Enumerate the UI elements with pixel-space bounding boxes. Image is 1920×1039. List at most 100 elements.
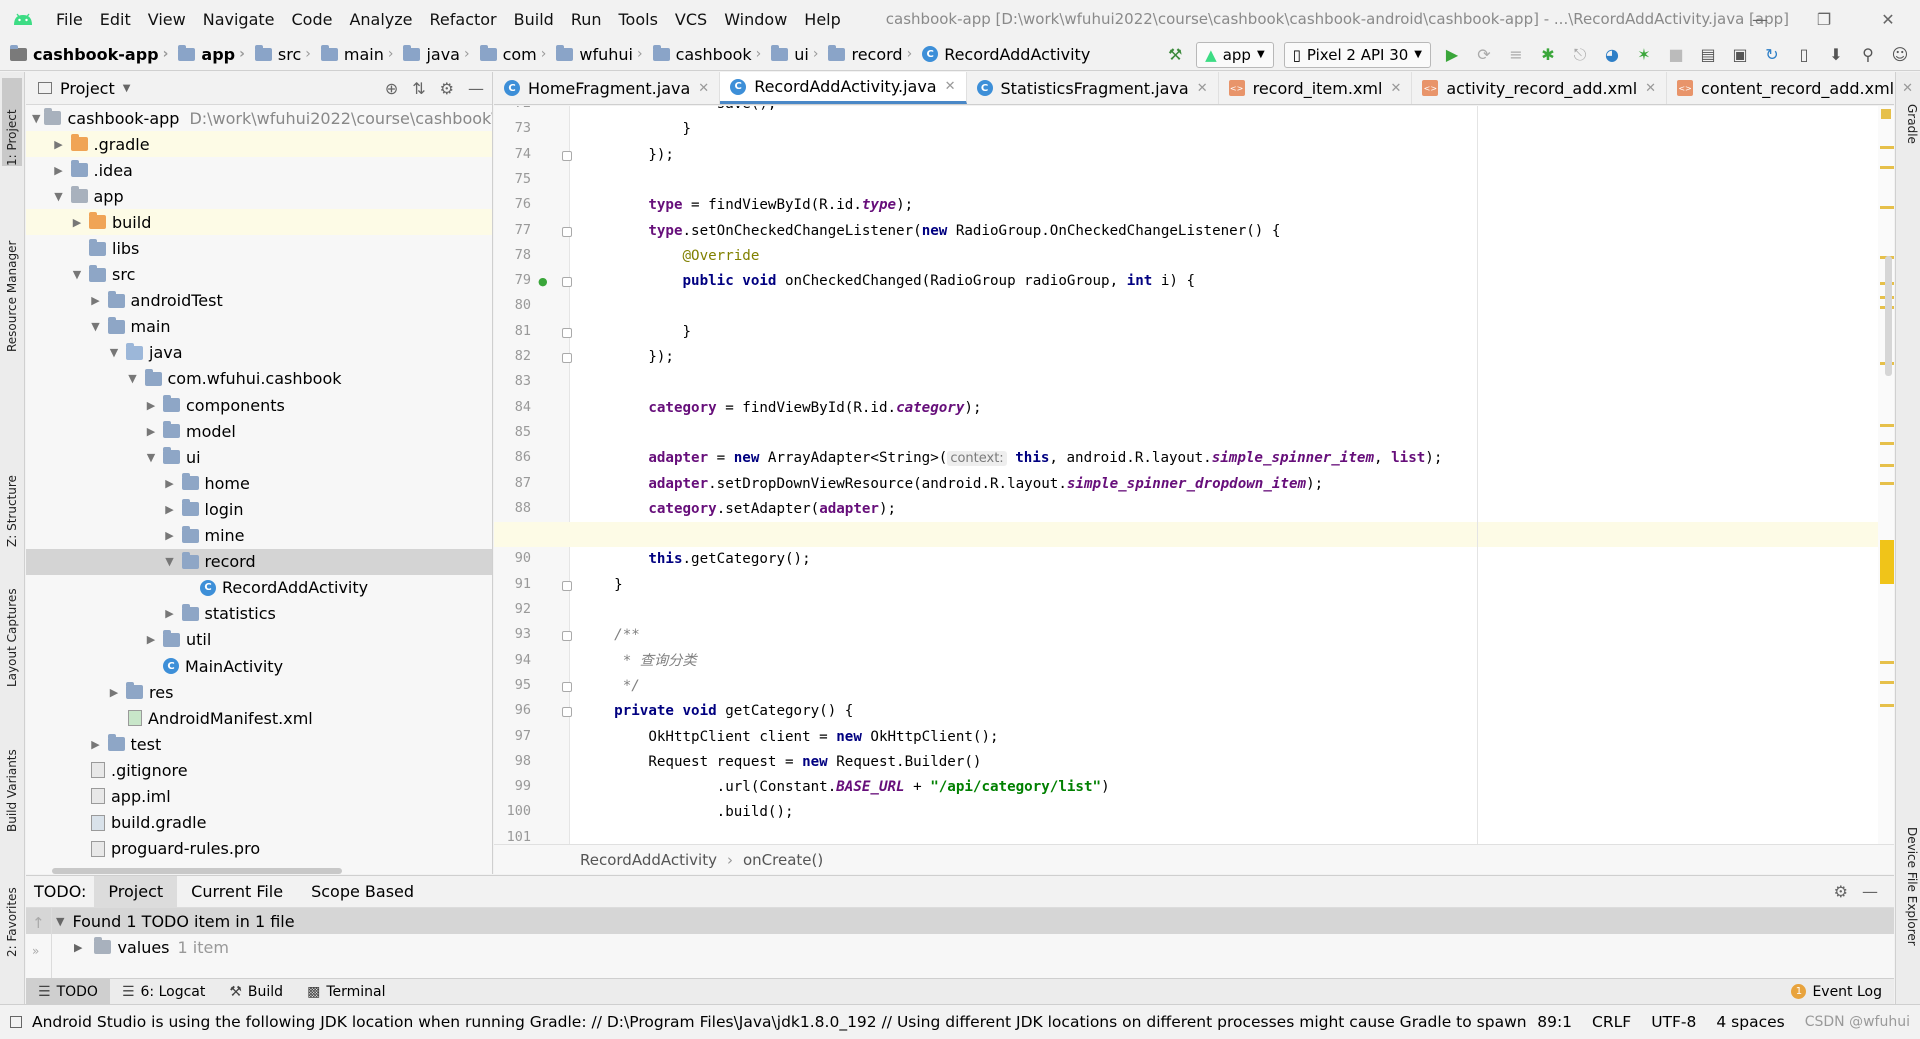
code-line[interactable]: this.getCategory(); xyxy=(494,547,1878,572)
tree-node[interactable]: ▶ home xyxy=(26,470,492,496)
tree-node[interactable]: ▼ app xyxy=(26,183,492,209)
chevron-down-icon[interactable]: ▼ xyxy=(51,190,67,203)
chevron-down-icon[interactable]: ▼ xyxy=(125,372,141,385)
tool-tab-terminal[interactable]: ▩ Terminal xyxy=(295,979,397,1005)
menu-window[interactable]: Window xyxy=(716,10,796,29)
menu-refactor[interactable]: Refactor xyxy=(422,10,506,29)
code-editor[interactable]: 7273747576777879●80818283848586878889909… xyxy=(494,106,1894,844)
todo-item-row[interactable]: ▶ values 1 item xyxy=(26,934,1894,960)
tree-node[interactable]: ▶ login xyxy=(26,496,492,522)
tab-project[interactable]: 1: Project xyxy=(2,78,22,166)
breadcrumb-item[interactable]: app › xyxy=(168,44,245,64)
chevron-down-icon[interactable]: ▼ xyxy=(32,112,40,125)
chevron-right-icon[interactable]: ▶ xyxy=(162,477,178,490)
caret-position[interactable]: 89:1 xyxy=(1527,1013,1582,1031)
menu-vcs[interactable]: VCS xyxy=(667,10,716,29)
tab-structure[interactable]: Z: Structure xyxy=(2,437,22,547)
tree-node[interactable]: AndroidManifest.xml xyxy=(26,705,492,731)
warning-mark[interactable] xyxy=(1880,424,1894,427)
run-icon[interactable]: ▶ xyxy=(1438,41,1466,69)
tree-node[interactable]: .gitignore xyxy=(26,757,492,783)
more-icon[interactable]: » xyxy=(32,944,39,958)
code-line[interactable]: @Override xyxy=(494,244,1878,269)
editor-tab[interactable]: <> content_record_add.xml ✕ xyxy=(1667,72,1920,104)
file-encoding[interactable]: UTF-8 xyxy=(1641,1013,1706,1031)
close-tab-icon[interactable]: ✕ xyxy=(1645,81,1656,96)
warning-mark[interactable] xyxy=(1880,206,1894,209)
tree-node[interactable]: ▼ main xyxy=(26,314,492,340)
menu-build[interactable]: Build xyxy=(506,10,563,29)
code-line[interactable] xyxy=(494,421,1878,446)
breadcrumb-item[interactable]: main › xyxy=(311,44,393,64)
tree-node[interactable]: C MainActivity xyxy=(26,653,492,679)
tool-tab-build[interactable]: ⚒ Build xyxy=(217,979,295,1005)
user-icon[interactable]: ☺ xyxy=(1886,41,1914,69)
code-line[interactable] xyxy=(494,598,1878,623)
editor-tab[interactable]: <> activity_record_add.xml ✕ xyxy=(1412,72,1668,104)
attach-debugger-icon[interactable]: ⎋ xyxy=(1566,41,1594,69)
code-line[interactable]: type.setOnCheckedChangeListener(new Radi… xyxy=(494,219,1878,244)
tool-tab-todo[interactable]: ☰ TODO xyxy=(26,978,110,1005)
editor-scrollbar[interactable] xyxy=(1885,256,1892,376)
close-tab-icon[interactable]: ✕ xyxy=(698,81,709,96)
breadcrumb-item[interactable]: com › xyxy=(470,44,546,64)
tree-node[interactable]: ▶ .gradle xyxy=(26,131,492,158)
breadcrumb-item[interactable]: cashbook › xyxy=(643,44,761,64)
todo-tab-current-file[interactable]: Current File xyxy=(177,876,297,908)
tree-node[interactable]: ▶ model xyxy=(26,418,492,444)
editor-tab[interactable]: C HomeFragment.java ✕ xyxy=(494,72,721,104)
tool-tab-event-log[interactable]: 1 Event Log xyxy=(1779,979,1894,1005)
code-line[interactable]: * 查询分类 xyxy=(494,649,1878,674)
search-icon[interactable]: ⚲ xyxy=(1854,41,1882,69)
tree-node[interactable]: C RecordAddActivity xyxy=(26,575,492,601)
warning-mark[interactable] xyxy=(1880,681,1894,684)
editor-tab[interactable]: C RecordAddActivity.java ✕ xyxy=(720,72,967,104)
hide-panel-icon[interactable]: — xyxy=(468,79,484,98)
code-line[interactable]: }); xyxy=(494,143,1878,168)
attach-process-icon[interactable]: ✶ xyxy=(1630,41,1658,69)
menu-analyze[interactable]: Analyze xyxy=(341,10,421,29)
code-line[interactable]: save(); xyxy=(494,106,1878,117)
device-select[interactable]: ▯ Pixel 2 API 30 ▼ xyxy=(1283,41,1431,68)
code-line[interactable]: OkHttpClient client = new OkHttpClient()… xyxy=(494,725,1878,750)
chevron-down-icon[interactable]: ▼ xyxy=(88,320,104,333)
tree-node[interactable]: libs xyxy=(26,235,492,261)
chevron-right-icon[interactable]: ▶ xyxy=(88,738,104,751)
code-line[interactable]: } xyxy=(494,117,1878,142)
tree-node[interactable]: ▶ mine xyxy=(26,523,492,549)
stop-icon[interactable]: ■ xyxy=(1662,41,1690,69)
warning-mark[interactable] xyxy=(1880,704,1894,707)
tree-node[interactable]: ▼ java xyxy=(26,340,492,366)
arrow-up-icon[interactable]: ↑ xyxy=(32,914,45,932)
chevron-right-icon[interactable]: ▶ xyxy=(162,607,178,620)
editor-tab[interactable]: <> record_item.xml ✕ xyxy=(1219,72,1413,104)
tree-node[interactable]: ▶ .idea xyxy=(26,157,492,183)
gear-icon[interactable]: ⚙ xyxy=(1834,882,1848,901)
tree-node[interactable]: ▶ statistics xyxy=(26,601,492,627)
breadcrumb-item[interactable]: cashbook-app › xyxy=(0,44,168,64)
breadcrumb-method-item[interactable]: onCreate() xyxy=(743,851,823,869)
layout-inspector-icon[interactable]: ▣ xyxy=(1726,41,1754,69)
close-tab-icon[interactable]: ✕ xyxy=(945,79,956,94)
tree-node[interactable]: ▶ androidTest xyxy=(26,288,492,314)
editor-tab[interactable]: C StatisticsFragment.java ✕ xyxy=(967,72,1219,104)
code-line[interactable]: adapter = new ArrayAdapter<String>(conte… xyxy=(494,446,1878,471)
tab-device-file-explorer[interactable]: Device File Explorer xyxy=(1899,827,1919,1002)
tree-node[interactable]: ▶ util xyxy=(26,627,492,653)
hammer-build-icon[interactable]: ⚒ xyxy=(1161,41,1189,69)
chevron-right-icon[interactable]: ▶ xyxy=(162,503,178,516)
code-line[interactable]: /** xyxy=(494,623,1878,648)
chevron-right-icon[interactable]: ▶ xyxy=(106,686,122,699)
menu-help[interactable]: Help xyxy=(796,10,849,29)
chevron-down-icon[interactable]: ▼ xyxy=(143,451,159,464)
rerun-icon[interactable]: ⟳ xyxy=(1470,41,1498,69)
gear-icon[interactable]: ⚙ xyxy=(440,79,454,98)
menu-view[interactable]: View xyxy=(140,10,195,29)
warning-mark[interactable] xyxy=(1880,661,1894,664)
tree-node[interactable]: ▼ ui xyxy=(26,444,492,470)
breadcrumb-item[interactable]: wfuhui › xyxy=(546,44,643,64)
tool-tab-logcat[interactable]: ☰ 6: Logcat xyxy=(110,979,217,1005)
code-line[interactable]: private void getCategory() { xyxy=(494,699,1878,724)
menu-navigate[interactable]: Navigate xyxy=(195,10,284,29)
code-line[interactable]: type = findViewById(R.id.type); xyxy=(494,193,1878,218)
